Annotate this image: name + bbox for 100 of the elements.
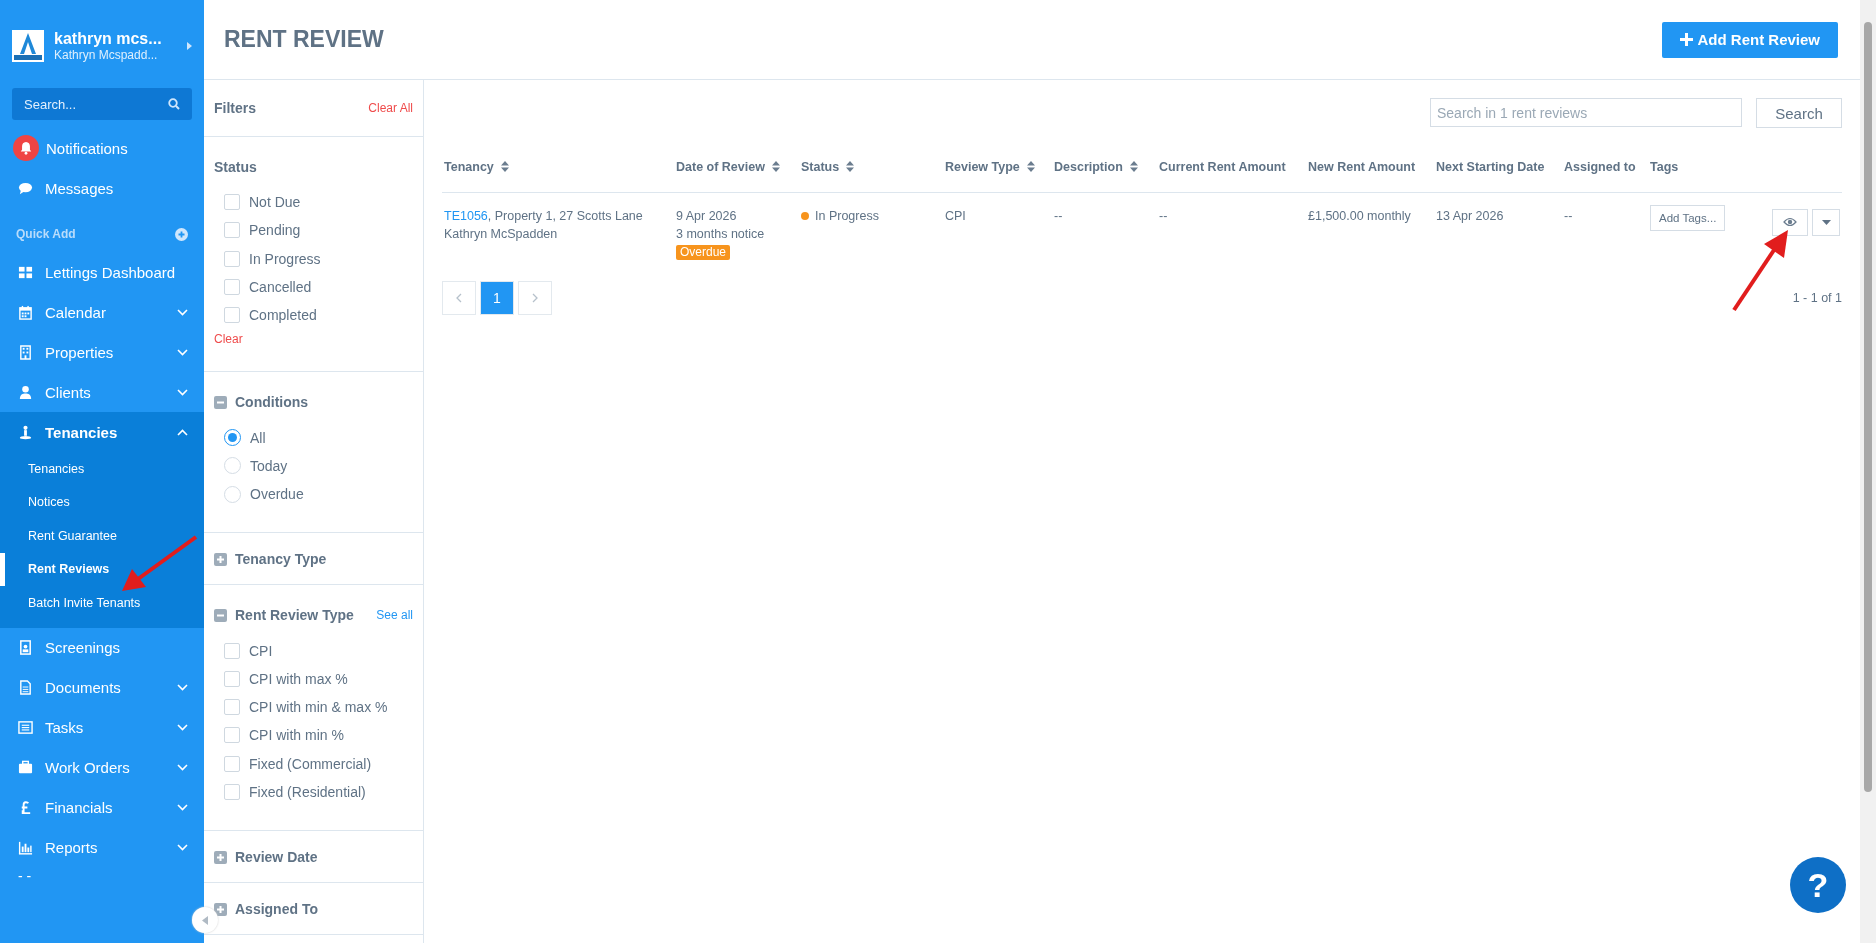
- nav-item[interactable]: Notifications: [0, 128, 204, 168]
- table-cell: CPI: [945, 208, 966, 223]
- column-header: Assigned to: [1564, 159, 1636, 174]
- nav-item[interactable]: Tenancies: [0, 412, 204, 452]
- plus-square-icon[interactable]: [214, 902, 227, 916]
- help-button[interactable]: ?: [1790, 857, 1846, 913]
- page-range: 1 - 1 of 1: [1792, 290, 1842, 305]
- page-button[interactable]: 1: [480, 280, 514, 315]
- next-page-button[interactable]: [518, 280, 552, 315]
- chevron-up-icon: [177, 428, 188, 436]
- caret-right-icon[interactable]: [187, 42, 192, 50]
- more-text: - -: [17, 867, 33, 886]
- section-label: Quick Add: [16, 227, 76, 241]
- option-label: Today: [250, 457, 288, 474]
- plus-icon: [1680, 33, 1694, 46]
- checkbox[interactable]: [224, 670, 240, 687]
- option-label: All: [250, 429, 266, 446]
- sort-icon: [1129, 161, 1138, 173]
- column-header[interactable]: Review Type: [945, 159, 1020, 174]
- caret-down-icon: [1821, 219, 1831, 225]
- add-rent-review-button[interactable]: Add Rent Review: [1662, 21, 1838, 58]
- checkbox[interactable]: [224, 279, 240, 296]
- grid-icon: [18, 264, 33, 280]
- person-pin-icon: [18, 424, 33, 440]
- search-field[interactable]: Search in 1 rent reviews: [1430, 98, 1742, 127]
- checkbox[interactable]: [224, 222, 240, 239]
- chevron-down-icon: [177, 844, 188, 851]
- checkbox[interactable]: [224, 250, 240, 267]
- user-subtitle: Kathryn Mcspadd...: [54, 48, 159, 62]
- option-label: CPI with max %: [249, 670, 348, 687]
- plus-circle-icon[interactable]: [175, 227, 188, 241]
- previous-page-button[interactable]: [442, 280, 476, 315]
- column-header[interactable]: Tenancy: [444, 159, 494, 174]
- search-button[interactable]: Search: [1756, 98, 1842, 128]
- nav-item[interactable]: Financials: [0, 787, 204, 828]
- nav-item[interactable]: Properties: [0, 332, 204, 372]
- clear-all-link[interactable]: Clear All: [368, 101, 413, 115]
- column-header: Current Rent Amount: [1159, 159, 1286, 174]
- view-button[interactable]: [1772, 208, 1808, 236]
- minus-square-icon[interactable]: [214, 396, 227, 409]
- nav-item[interactable]: Screenings: [0, 627, 204, 668]
- option-label: CPI with min %: [249, 727, 344, 744]
- nav-item[interactable]: Clients: [0, 372, 204, 412]
- calendar-icon: [18, 304, 33, 320]
- option-label: Cancelled: [249, 279, 312, 296]
- nav-item[interactable]: Work Orders: [0, 747, 204, 788]
- checkbox[interactable]: [224, 642, 240, 659]
- collapse-handle[interactable]: [192, 907, 218, 933]
- tenancy-link[interactable]: TE1056: [444, 208, 488, 223]
- checkbox[interactable]: [224, 755, 240, 772]
- column-header: Tags: [1650, 159, 1679, 174]
- checkbox[interactable]: [224, 194, 240, 211]
- column-header[interactable]: Description: [1054, 159, 1123, 174]
- chevron-down-icon: [177, 724, 188, 731]
- column-header: Next Starting Date: [1436, 159, 1545, 174]
- checkbox[interactable]: [224, 784, 240, 800]
- plus-square-icon[interactable]: [214, 552, 227, 566]
- table-cell: 13 Apr 2026: [1436, 208, 1504, 223]
- chevron-down-icon: [177, 684, 188, 691]
- column-header[interactable]: Date of Review: [676, 159, 765, 174]
- table-cell: --: [1564, 208, 1573, 223]
- nav-item[interactable]: Lettings Dashboard: [0, 252, 204, 292]
- filters-title: Filters: [214, 100, 256, 116]
- nav-item[interactable]: Documents: [0, 667, 204, 708]
- building-icon: [18, 344, 33, 360]
- scrollbar[interactable]: [1860, 0, 1876, 943]
- option-label: Completed: [249, 307, 317, 324]
- sort-icon: [846, 161, 855, 173]
- option-label: Fixed (Commercial): [249, 755, 372, 772]
- filter-section-title: Rent Review Type: [235, 607, 355, 624]
- nav-item[interactable]: Calendar: [0, 292, 204, 332]
- bar-chart-icon: [18, 840, 33, 855]
- checkbox[interactable]: [224, 699, 240, 716]
- checkbox[interactable]: [224, 727, 240, 744]
- nav-item[interactable]: Tasks: [0, 707, 204, 748]
- add-tags-button[interactable]: Add Tags...: [1650, 204, 1726, 231]
- clear-link[interactable]: Clear: [214, 332, 243, 347]
- column-header[interactable]: Status: [801, 159, 840, 174]
- briefcase-icon: [18, 760, 33, 775]
- chevron-right-icon: [532, 292, 538, 303]
- overdue-badge: Overdue: [676, 244, 731, 260]
- nav-item[interactable]: Messages: [0, 168, 204, 208]
- plus-square-icon[interactable]: [214, 850, 227, 864]
- sort-icon: [1026, 161, 1035, 173]
- filter-section-title: Status: [214, 159, 258, 175]
- status-text: In Progress: [815, 208, 879, 223]
- chevron-left-icon: [456, 292, 462, 303]
- see-all-link[interactable]: See all: [376, 608, 413, 623]
- option-label: Fixed (Residential): [249, 784, 366, 800]
- minus-square-icon[interactable]: [214, 608, 227, 622]
- column-header: New Rent Amount: [1308, 159, 1416, 174]
- nav-item[interactable]: Reports: [0, 827, 204, 868]
- sidebar-search-field[interactable]: Search...: [12, 88, 192, 120]
- filter-section-title: Tenancy Type: [235, 551, 328, 568]
- checkbox[interactable]: [224, 307, 240, 324]
- option-label: CPI: [249, 642, 273, 659]
- list-icon: [18, 720, 33, 735]
- option-label: Overdue: [250, 486, 304, 503]
- option-label: CPI with min & max %: [249, 699, 388, 716]
- dropdown-button[interactable]: [1812, 208, 1840, 236]
